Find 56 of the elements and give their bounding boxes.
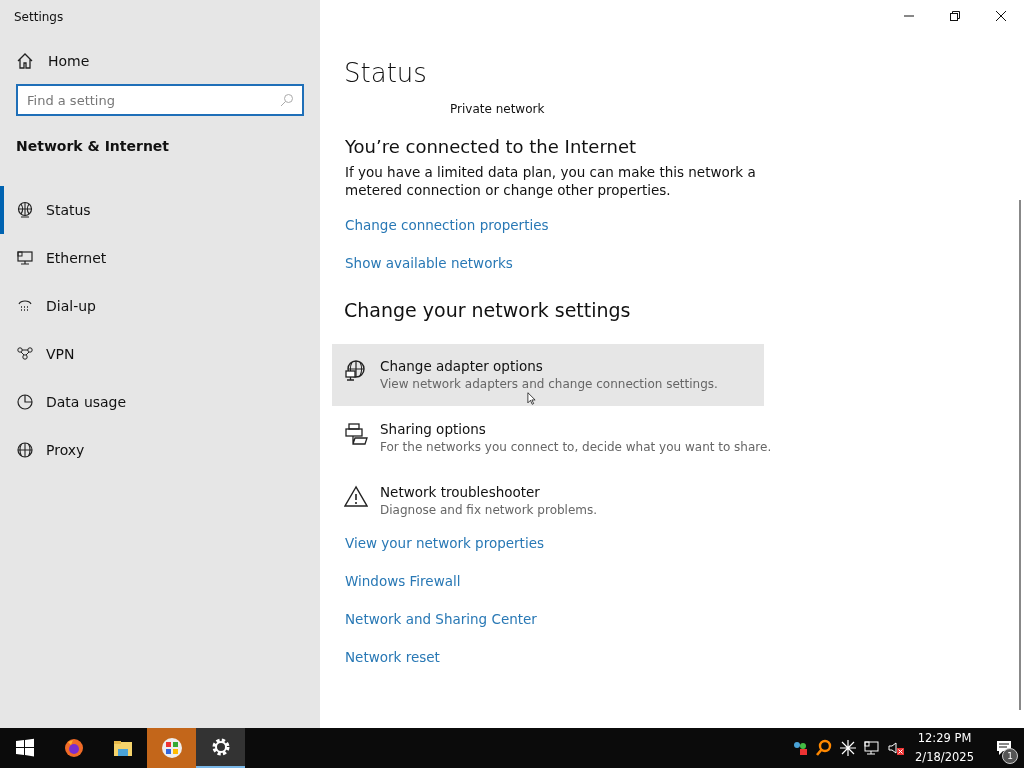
option-description: Diagnose and fix network problems. (380, 503, 598, 517)
home-icon (16, 52, 34, 70)
connection-heading: You’re connected to the Internet (345, 136, 638, 157)
nav-item[interactable]: Ethernet (0, 234, 320, 282)
option-description: View network adapters and change connection settings. (380, 377, 718, 391)
option-title: Sharing options (380, 421, 487, 437)
monitor-icon (16, 249, 34, 267)
printer-folder-icon (344, 422, 368, 446)
settings-option[interactable]: Change adapter options View network adapters and change connection settings. (332, 344, 764, 406)
nav-item[interactable]: VPN (0, 330, 320, 378)
settings-link[interactable]: View your network properties (345, 535, 544, 551)
settings-link[interactable]: Network reset (345, 649, 440, 665)
mouse-pointer-icon (527, 392, 536, 405)
browser-icon (62, 737, 85, 759)
notification-badge: 1 (1002, 748, 1018, 764)
settings-option[interactable]: Sharing options For the networks you connect to, decide what you want to share. (332, 407, 784, 469)
magnifier-icon[interactable] (815, 739, 834, 757)
search-icon (280, 93, 294, 107)
globe-monitor-icon (344, 359, 368, 383)
notifications-button[interactable]: 1 (990, 728, 1018, 768)
window-title: Settings (13, 9, 65, 26)
nav-item[interactable]: Dial-up (0, 282, 320, 330)
settings-link[interactable]: Change connection properties (345, 217, 549, 233)
network-nodes-icon (16, 345, 34, 363)
asterisk-icon[interactable] (839, 739, 858, 757)
taskbar-app[interactable] (196, 728, 245, 768)
windows-logo-icon (13, 737, 36, 759)
page-title: Status (344, 58, 428, 88)
option-title: Change adapter options (380, 358, 544, 374)
pie-chart-icon (16, 393, 34, 411)
section-heading: Change your network settings (344, 299, 632, 321)
warning-icon (344, 485, 368, 509)
network-icon[interactable] (863, 739, 882, 757)
home-link[interactable]: Home (16, 52, 320, 70)
settings-link[interactable]: Show available networks (345, 255, 513, 271)
scrollbar[interactable] (1019, 200, 1021, 710)
close-icon (995, 10, 1007, 22)
section-heading: Network & Internet (16, 138, 171, 154)
nav-item[interactable]: Data usage (0, 378, 320, 426)
nav-item[interactable]: Status (0, 186, 320, 234)
clock[interactable]: 12:29 PM 2/18/2025 (915, 729, 974, 767)
globe-icon (16, 441, 34, 459)
settings-link[interactable]: Windows Firewall (345, 573, 461, 589)
globe-monitor-icon (16, 201, 34, 219)
settings-link[interactable]: Network and Sharing Center (345, 611, 537, 627)
nav-item[interactable]: Proxy (0, 426, 320, 474)
connection-text: If you have a limited data plan, you can make this network a metered connection or change other properties. (345, 163, 757, 199)
option-description: For the networks you connect to, decide what you want to share. (380, 440, 772, 454)
people-icon[interactable] (791, 739, 810, 757)
network-profile: Private network (450, 102, 546, 116)
app-icon (160, 737, 183, 759)
option-title: Network troubleshooter (380, 484, 541, 500)
volume-muted-icon[interactable] (887, 739, 906, 757)
settings-option[interactable]: Network troubleshooter Diagnose and fix network problems. (332, 470, 764, 532)
restore-icon (949, 10, 961, 22)
search-field[interactable]: Find a setting (16, 84, 304, 116)
